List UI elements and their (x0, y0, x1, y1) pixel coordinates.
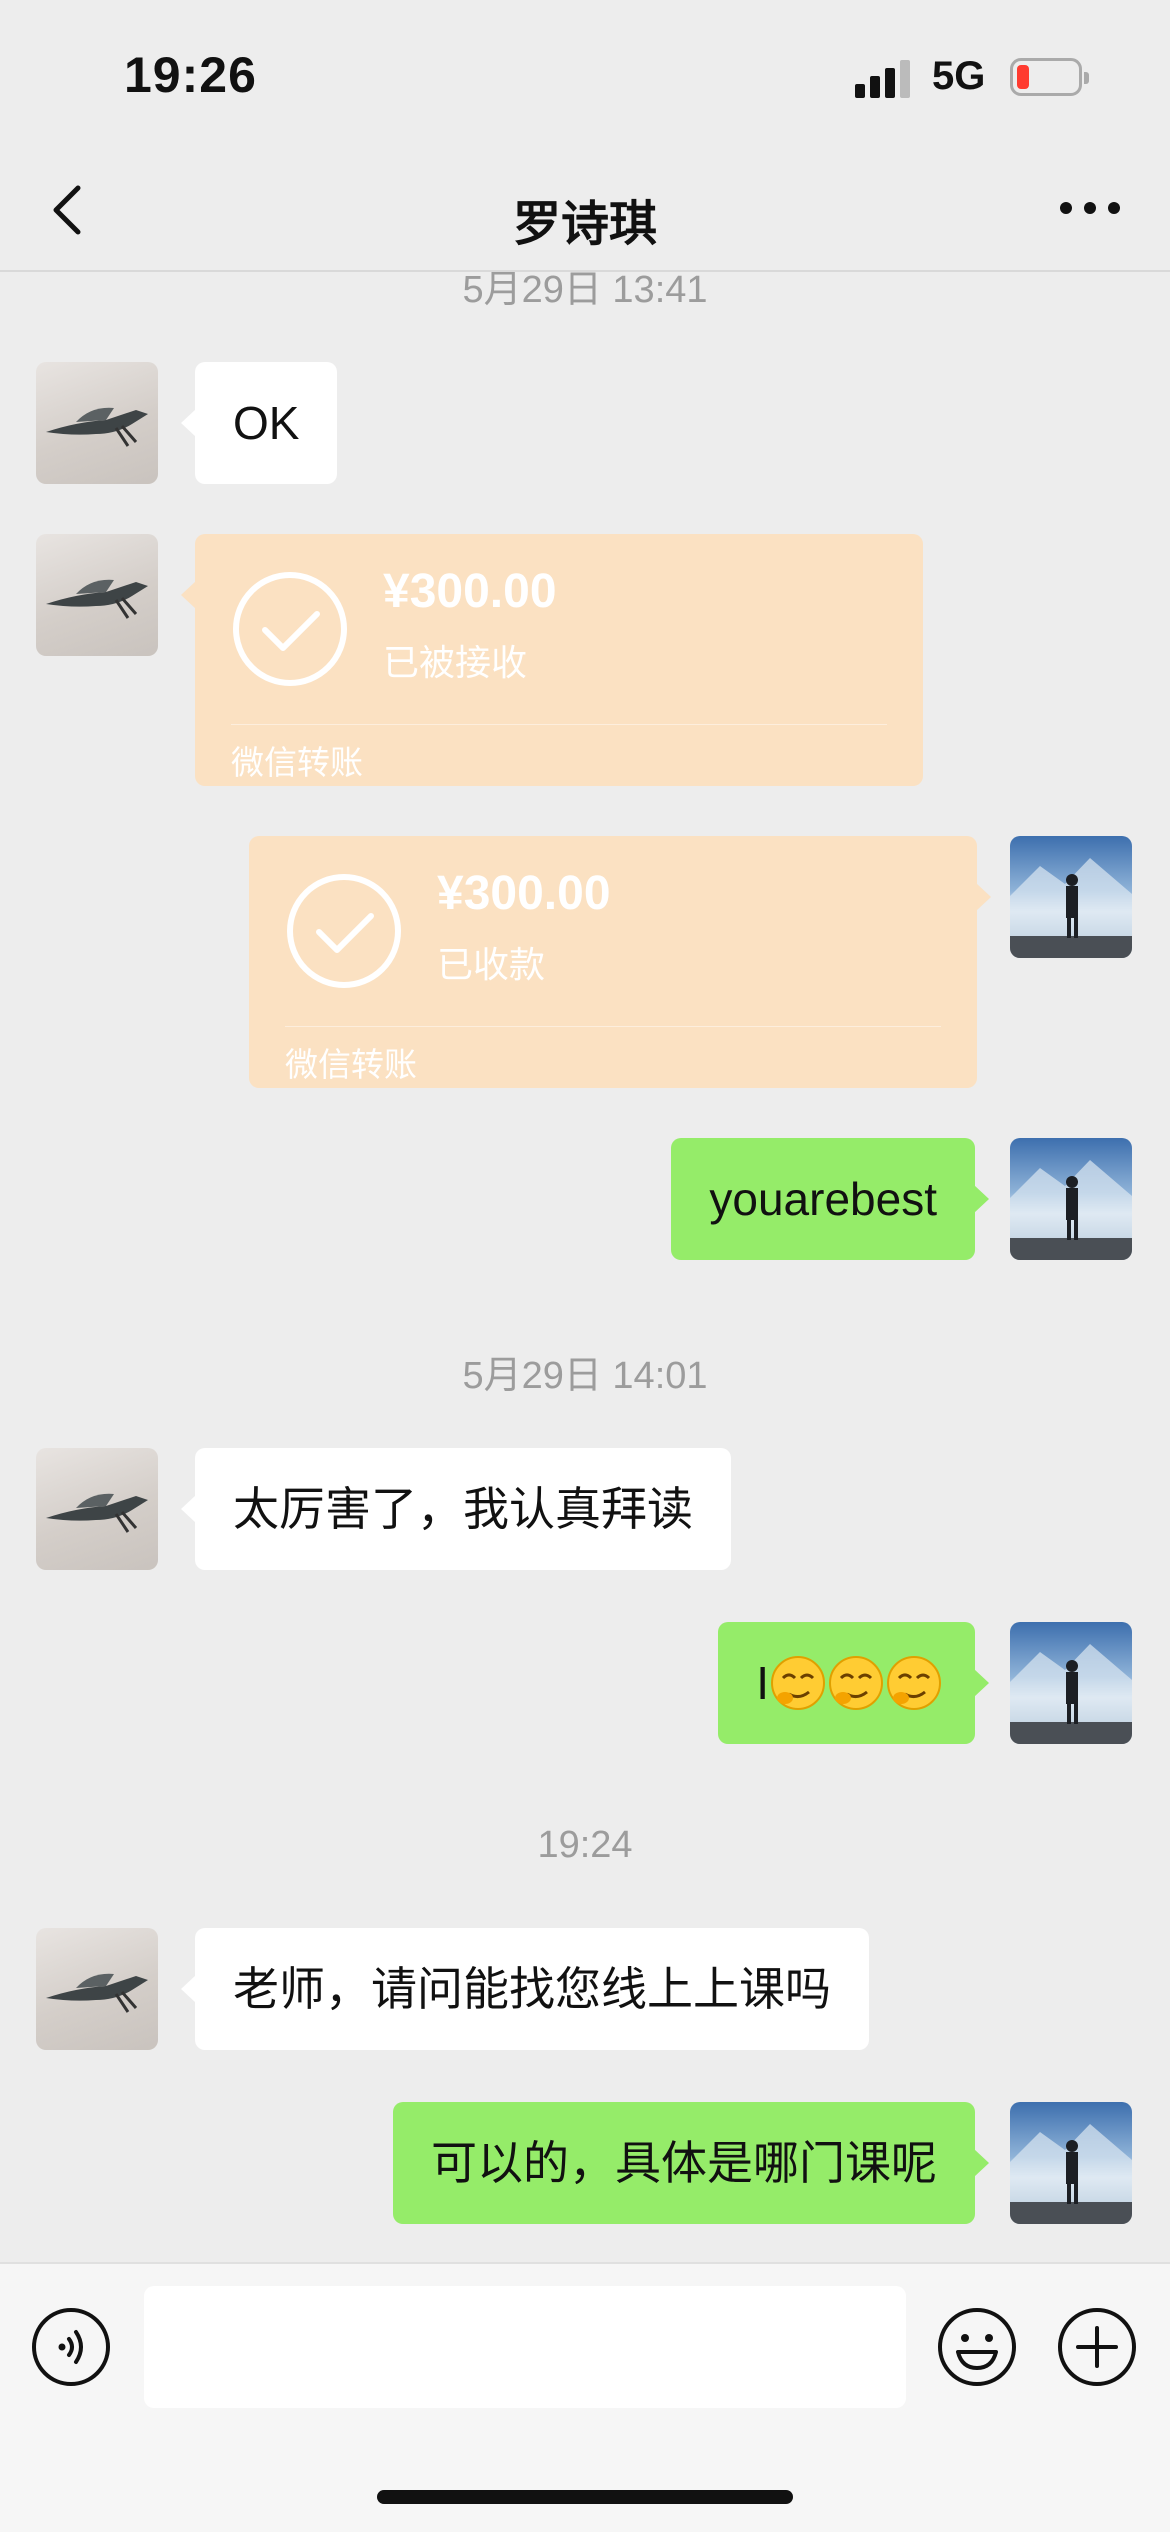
message-bubble-sent[interactable]: 可以的，具体是哪门课呢 (393, 2102, 989, 2224)
message-bubble-sent[interactable]: youarebest (671, 1138, 989, 1260)
chat-title: 罗诗琪 (512, 198, 657, 251)
check-circle-icon (233, 572, 347, 686)
transfer-card-received[interactable]: ¥300.00 已被接收 微信转账 (181, 534, 923, 786)
message-bubble-sent[interactable]: I (718, 1622, 989, 1744)
divider (231, 724, 887, 725)
transfer-card-sent[interactable]: ¥300.00 已收款 微信转账 (249, 836, 991, 1088)
emoji-icon[interactable] (936, 2306, 1018, 2388)
timestamp: 19:24 (537, 1824, 633, 1866)
message-bubble-received[interactable]: 老师，请问能找您线上上课吗 (181, 1928, 869, 2050)
avatar-self[interactable] (1010, 836, 1132, 958)
timestamp: 5月29日 13:41 (462, 272, 708, 311)
message-input[interactable] (144, 2286, 906, 2408)
transfer-status: 已收款 (437, 944, 546, 985)
message-bubble-received[interactable]: 太厉害了，我认真拜读 (181, 1448, 731, 1570)
transfer-label: 微信转账 (285, 1046, 417, 1083)
avatar-contact[interactable] (36, 534, 158, 656)
avatar-contact[interactable] (36, 1928, 158, 2050)
message-text: I (756, 1657, 769, 1709)
divider (285, 1026, 941, 1027)
transfer-label: 微信转账 (231, 744, 363, 781)
plus-icon[interactable] (1056, 2306, 1138, 2388)
avatar-self[interactable] (1010, 2102, 1132, 2224)
nav-bar: 罗诗琪 (0, 150, 1170, 272)
bird-icon (46, 407, 148, 447)
battery-icon (1010, 58, 1089, 96)
avatar-contact[interactable] (36, 1448, 158, 1570)
bird-icon (46, 1973, 148, 2013)
status-bar: 19:26 5G (0, 0, 1170, 150)
mountain-person-icon (1010, 2124, 1132, 2224)
voice-icon[interactable] (30, 2306, 112, 2388)
message-bubble-received[interactable]: OK (180, 362, 338, 484)
smirk-face-icon (887, 1655, 941, 1710)
avatar-self[interactable] (1010, 1138, 1132, 1260)
transfer-amount: ¥300.00 (383, 565, 557, 618)
home-indicator[interactable] (377, 2490, 793, 2504)
status-time: 19:26 (124, 47, 257, 103)
transfer-amount: ¥300.00 (437, 867, 611, 920)
avatar-contact[interactable] (36, 362, 158, 484)
more-horizontal-icon[interactable] (1060, 202, 1120, 218)
mountain-person-icon (1010, 858, 1132, 958)
bird-icon (46, 1493, 148, 1533)
smirk-face-icon (829, 1655, 883, 1710)
signal-icon (855, 58, 915, 98)
network-label: 5G (932, 54, 986, 98)
timestamp: 5月29日 14:01 (462, 1355, 708, 1397)
check-circle-icon (287, 874, 401, 988)
smirk-face-icon (771, 1655, 825, 1710)
mountain-person-icon (1010, 1644, 1132, 1744)
avatar-self[interactable] (1010, 1622, 1132, 1744)
mountain-person-icon (1010, 1160, 1132, 1260)
transfer-status: 已被接收 (383, 642, 528, 683)
chat-area[interactable]: 5月29日 13:41 OK ¥300.00 已被接收 微信转账 ¥300.00… (0, 272, 1170, 2262)
bird-icon (46, 579, 148, 619)
